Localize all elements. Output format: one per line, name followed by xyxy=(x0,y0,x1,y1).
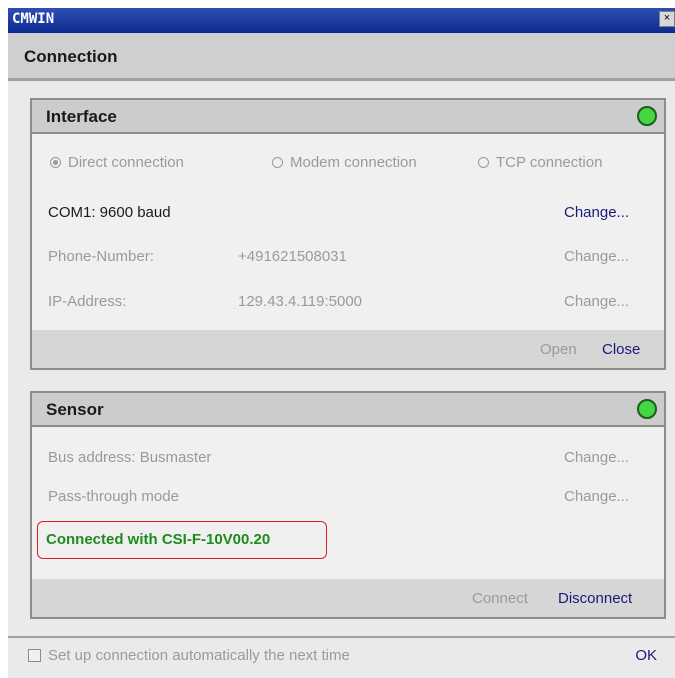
interface-title: Interface xyxy=(46,107,117,126)
com-port-value: COM1: 9600 baud xyxy=(48,204,171,221)
sensor-status-led-icon xyxy=(637,399,657,419)
connection-status-box: Connected with CSI-F-10V00.20 xyxy=(37,521,327,559)
bus-address-label: Bus address: Busmaster xyxy=(48,449,212,466)
connect-button[interactable]: Connect xyxy=(472,590,528,607)
pass-through-label: Pass-through mode xyxy=(48,488,179,505)
sensor-title: Sensor xyxy=(46,400,104,419)
radio-modem-connection[interactable]: Modem connection xyxy=(272,154,417,171)
ok-button[interactable]: OK xyxy=(635,647,657,664)
bus-change-link[interactable]: Change... xyxy=(564,449,629,466)
radio-tcp-connection[interactable]: TCP connection xyxy=(478,154,602,171)
close-icon[interactable]: × xyxy=(659,11,675,27)
disconnect-button[interactable]: Disconnect xyxy=(558,590,632,607)
radio-modem-label: Modem connection xyxy=(290,154,417,171)
radio-checked-icon xyxy=(50,157,61,168)
phone-label: Phone-Number: xyxy=(48,248,154,265)
interface-footer: Open Close xyxy=(32,330,664,368)
title-bar: CMWIN × xyxy=(8,8,675,33)
radio-unchecked-icon xyxy=(478,157,489,168)
interface-panel: Interface Direct connection Modem connec… xyxy=(30,98,666,370)
window-title: CMWIN xyxy=(12,11,55,27)
cmwin-window: CMWIN × Connection Interface Direct conn… xyxy=(8,8,675,678)
page-title: Connection xyxy=(24,47,118,66)
close-button[interactable]: Close xyxy=(602,341,640,358)
auto-connect-label: Set up connection automatically the next… xyxy=(48,647,350,664)
sensor-panel: Sensor Bus address: Busmaster Change... … xyxy=(30,391,666,619)
phone-value: +491621508031 xyxy=(238,248,347,265)
sensor-footer: Connect Disconnect xyxy=(32,579,664,617)
sensor-panel-header: Sensor xyxy=(32,393,664,427)
radio-tcp-label: TCP connection xyxy=(496,154,603,171)
interface-status-led-icon xyxy=(637,106,657,126)
ip-label: IP-Address: xyxy=(48,293,127,310)
radio-direct-label: Direct connection xyxy=(68,154,184,171)
bottom-bar: Set up connection automatically the next… xyxy=(8,636,675,678)
com-change-link[interactable]: Change... xyxy=(564,204,629,221)
ip-value: 129.43.4.119:5000 xyxy=(238,293,363,310)
interface-panel-header: Interface xyxy=(32,100,664,134)
radio-unchecked-icon xyxy=(272,157,283,168)
auto-connect-checkbox[interactable] xyxy=(28,649,41,662)
connection-status-text: Connected with CSI-F-10V00.20 xyxy=(46,531,271,548)
phone-change-link[interactable]: Change... xyxy=(564,248,629,265)
connection-header: Connection xyxy=(8,33,675,81)
pass-through-change-link[interactable]: Change... xyxy=(564,488,629,505)
open-button[interactable]: Open xyxy=(540,341,577,358)
radio-direct-connection[interactable]: Direct connection xyxy=(50,154,184,171)
ip-change-link[interactable]: Change... xyxy=(564,293,629,310)
